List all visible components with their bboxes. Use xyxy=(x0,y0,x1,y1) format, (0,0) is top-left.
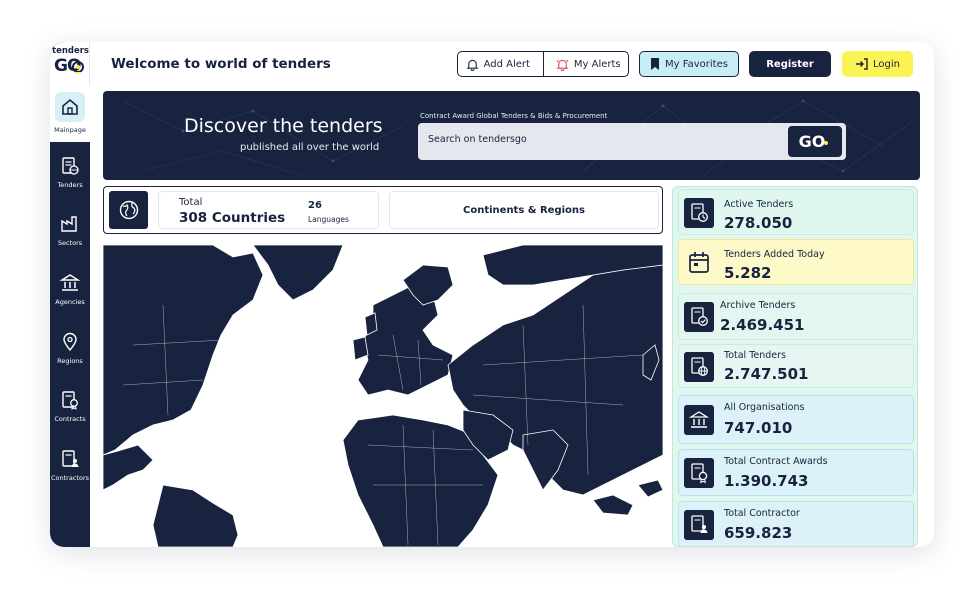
stat-value: 747.010 xyxy=(724,419,793,437)
stat-value: 1.390.743 xyxy=(724,472,809,490)
countries-count: 308 Countries xyxy=(179,210,286,226)
logo-text-top: tenders xyxy=(52,46,89,56)
stat-label: Active Tenders xyxy=(724,199,794,210)
login-label: Login xyxy=(873,58,900,70)
my-alerts-label: My Alerts xyxy=(573,58,621,70)
lens-icon xyxy=(824,141,829,145)
hero-banner: Discover the tenders published all over … xyxy=(103,91,920,180)
tenders-icon xyxy=(62,157,79,175)
stat-value: 5.282 xyxy=(724,264,772,282)
stats-panel: Active Tenders 278.050 Tenders Added Tod… xyxy=(672,186,918,547)
sidebar-item-sectors[interactable]: Sectors xyxy=(50,213,90,247)
award-document-icon xyxy=(684,458,714,488)
factory-icon xyxy=(61,216,77,232)
bank-icon xyxy=(684,405,714,435)
total-label: Total xyxy=(179,197,203,208)
stat-card-total-tenders[interactable]: Total Tenders 2.747.501 xyxy=(678,344,914,388)
search-input[interactable] xyxy=(428,134,768,145)
sidebar-item-mainpage[interactable]: Mainpage xyxy=(50,86,90,142)
stat-label: Tenders Added Today xyxy=(724,249,825,260)
logo-lens-icon xyxy=(72,61,84,75)
app-window: tenders GO Mainpage Tenders Sectors Agen… xyxy=(50,42,934,547)
bank-icon xyxy=(59,274,81,291)
bookmark-icon xyxy=(651,58,660,70)
bell-icon xyxy=(466,59,479,71)
sidebar-item-label: Contracts xyxy=(54,415,86,423)
register-button[interactable]: Register xyxy=(749,51,831,77)
stat-card-archive-tenders[interactable]: Archive Tenders 2.469.451 xyxy=(678,293,914,340)
banner-subheading: published all over the world xyxy=(240,142,380,153)
summary-strip: Total 308 Countries 26 Languages Contine… xyxy=(103,186,663,234)
continents-regions-label: Continents & Regions xyxy=(463,204,585,216)
sidebar-item-label: Regions xyxy=(57,357,83,365)
calendar-icon xyxy=(689,252,709,273)
search-bar: GO xyxy=(418,123,846,160)
stat-label: Total Tenders xyxy=(724,350,786,361)
alerts-button-group: Add Alert My Alerts xyxy=(457,51,629,77)
globe-button[interactable] xyxy=(109,191,148,229)
sidebar-item-label: Contractors xyxy=(51,474,89,482)
sidebar-item-label: Mainpage xyxy=(54,126,86,134)
page-title: Welcome to world of tenders xyxy=(111,56,331,72)
stat-label: Total Contractor xyxy=(724,508,800,519)
clock-document-icon xyxy=(684,198,714,228)
sidebar-item-regions[interactable]: Regions xyxy=(50,331,90,365)
logo[interactable]: tenders GO xyxy=(50,42,90,86)
languages-label: Languages xyxy=(308,215,349,224)
stat-value: 659.823 xyxy=(724,524,793,542)
my-alerts-button[interactable]: My Alerts xyxy=(549,52,629,76)
map-pin-icon xyxy=(63,332,77,352)
stat-value: 2.469.451 xyxy=(720,316,805,334)
login-button[interactable]: Login xyxy=(842,51,913,77)
stat-card-active-tenders[interactable]: Active Tenders 278.050 xyxy=(678,189,914,235)
stat-value: 278.050 xyxy=(724,214,793,232)
add-alert-label: Add Alert xyxy=(483,58,530,70)
stat-label: All Organisations xyxy=(724,402,805,413)
stat-card-total-contractor[interactable]: Total Contractor 659.823 xyxy=(678,501,914,546)
search-go-button[interactable]: GO xyxy=(788,126,842,157)
alarm-bell-icon xyxy=(556,59,569,71)
sidebar-item-contracts[interactable]: Contracts xyxy=(50,389,90,423)
contractor-icon xyxy=(62,450,79,467)
sidebar-item-agencies[interactable]: Agencies xyxy=(50,272,90,306)
sidebar-item-label: Tenders xyxy=(57,181,83,189)
sidebar-item-label: Agencies xyxy=(55,298,85,306)
stat-label: Total Contract Awards xyxy=(724,456,828,467)
divider xyxy=(542,52,544,76)
archive-check-icon xyxy=(684,302,714,332)
stat-label: Archive Tenders xyxy=(720,300,796,311)
banner-caption: Contract Award Global Tenders & Bids & P… xyxy=(420,112,608,120)
globe-document-icon xyxy=(684,352,714,382)
contract-icon xyxy=(62,391,78,410)
sidebar-item-label: Sectors xyxy=(57,239,83,247)
stat-card-all-organisations[interactable]: All Organisations 747.010 xyxy=(678,395,914,444)
sidebar: tenders GO Mainpage Tenders Sectors Agen… xyxy=(50,42,90,547)
languages-count: 26 xyxy=(308,200,322,211)
sidebar-item-contractors[interactable]: Contractors xyxy=(50,448,90,482)
contractor-document-icon xyxy=(684,510,714,540)
login-arrow-icon xyxy=(856,58,868,70)
my-favorites-label: My Favorites xyxy=(665,58,728,70)
home-icon xyxy=(62,98,78,115)
globe-icon xyxy=(119,200,138,220)
world-map[interactable] xyxy=(103,245,663,547)
register-label: Register xyxy=(766,58,814,70)
banner-heading: Discover the tenders xyxy=(184,115,383,137)
stat-value: 2.747.501 xyxy=(724,365,809,383)
stat-card-tenders-added-today[interactable]: Tenders Added Today 5.282 xyxy=(678,239,914,285)
add-alert-button[interactable]: Add Alert xyxy=(458,52,538,76)
my-favorites-button[interactable]: My Favorites xyxy=(639,51,739,77)
countries-summary: Total 308 Countries 26 Languages xyxy=(158,191,379,229)
continents-regions-button[interactable]: Continents & Regions xyxy=(389,191,659,229)
sidebar-item-tenders[interactable]: Tenders xyxy=(50,155,90,189)
stat-card-total-contract-awards[interactable]: Total Contract Awards 1.390.743 xyxy=(678,449,914,496)
